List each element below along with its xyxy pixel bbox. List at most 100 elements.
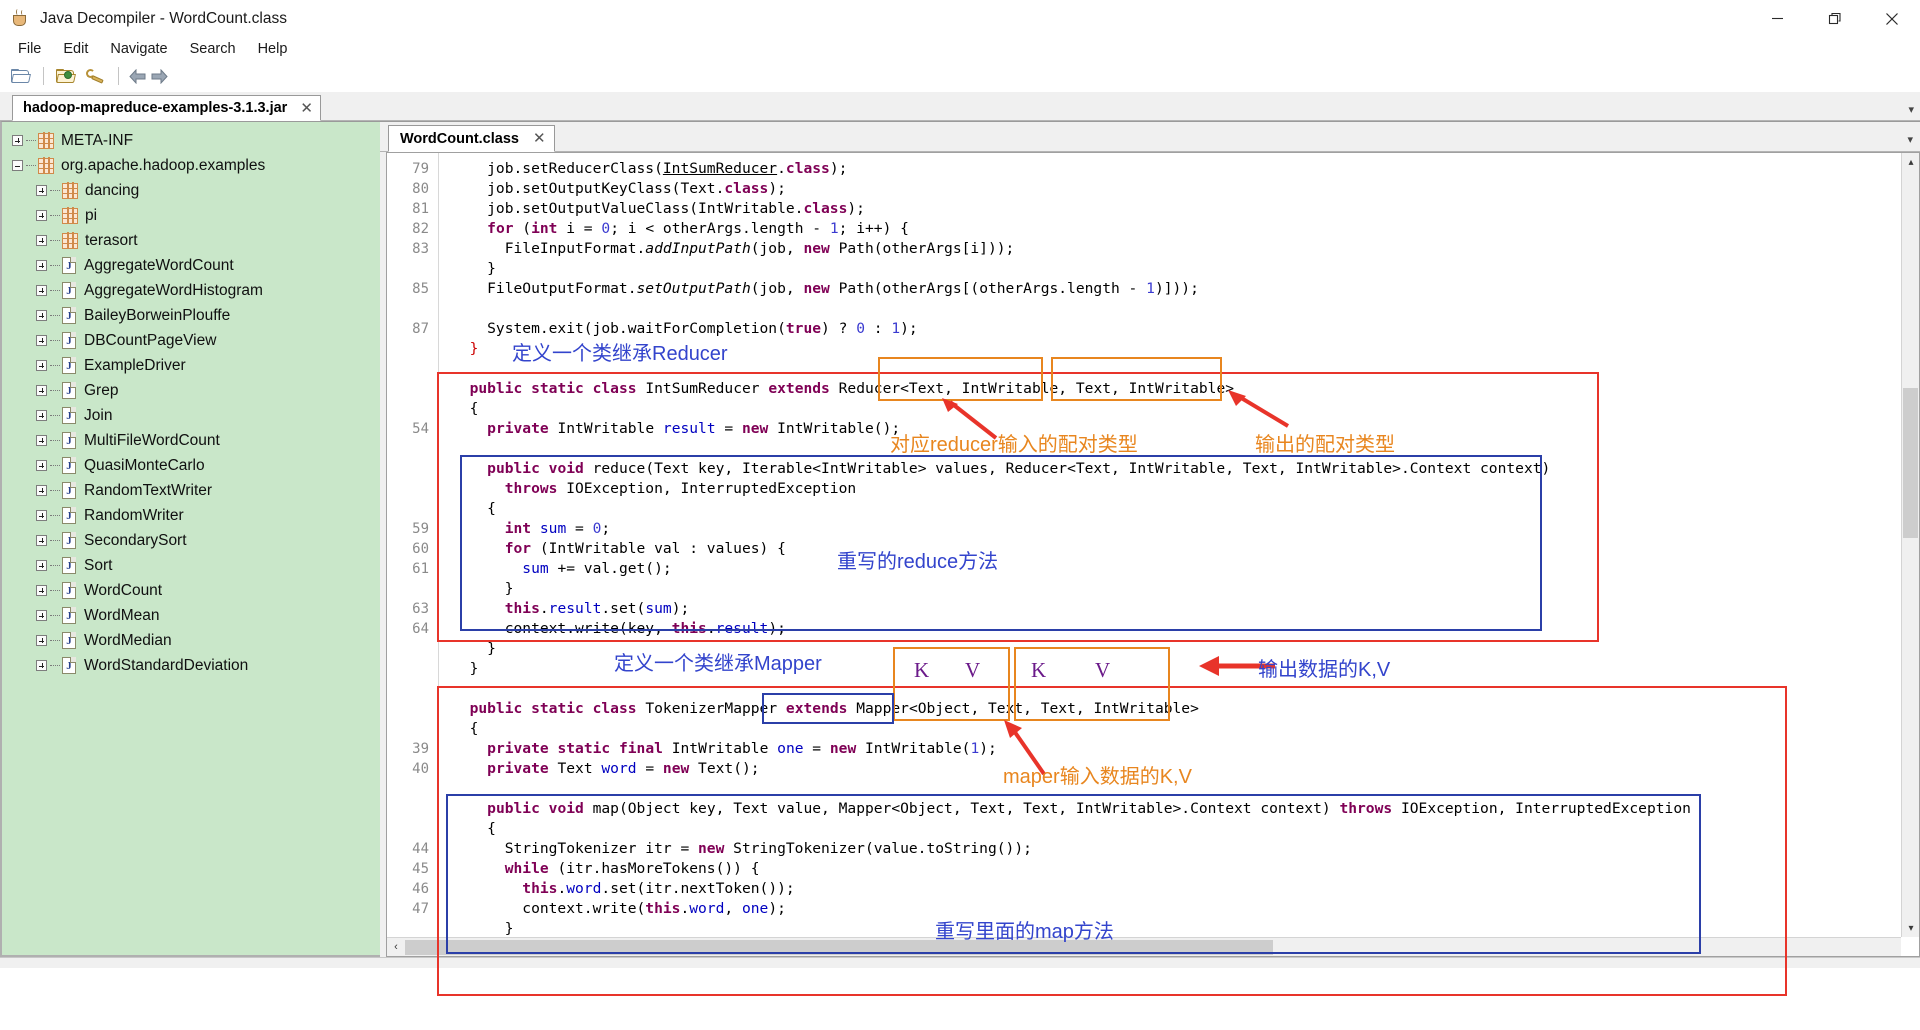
scroll-down-icon[interactable]: ▾ [1902,919,1919,937]
code-line[interactable]: while (itr.hasMoreTokens()) { [440,859,1901,879]
code-line[interactable]: FileInputFormat.addInputPath(job, new Pa… [440,239,1901,259]
tree-node-randomtextwriter[interactable]: J RandomTextWriter [10,478,380,503]
code-line[interactable]: for (int i = 0; i < otherArgs.length - 1… [440,219,1901,239]
code-line[interactable]: } [440,339,1901,359]
code-line[interactable]: int sum = 0; [440,519,1901,539]
code-line[interactable]: public void map(Object key, Text value, … [440,799,1901,819]
expand-toggle-icon[interactable] [36,185,47,196]
code-line[interactable]: job.setOutputValueClass(IntWritable.clas… [440,199,1901,219]
close-button[interactable] [1863,0,1920,37]
vertical-scrollbar[interactable]: ▴ ▾ [1901,153,1919,937]
code-line[interactable]: this.word.set(itr.nextToken()); [440,879,1901,899]
code-line[interactable]: this.result.set(sum); [440,599,1901,619]
code-line[interactable]: { [440,499,1901,519]
scroll-up-icon[interactable]: ▴ [1902,153,1919,171]
jar-tab-overflow-icon[interactable]: ▾ [1908,103,1914,116]
code-line[interactable]: public static class TokenizerMapper exte… [440,699,1901,719]
scroll-left-icon[interactable]: ‹ [387,938,405,957]
expand-toggle-icon[interactable] [12,135,23,146]
tree-node-wordstandarddeviation[interactable]: J WordStandardDeviation [10,653,380,678]
forward-button[interactable] [148,65,170,87]
code-line[interactable]: System.exit(job.waitForCompletion(true) … [440,319,1901,339]
expand-toggle-icon[interactable] [36,260,47,271]
tree-node-org-apache-hadoop-examples[interactable]: org.apache.hadoop.examples [10,153,380,178]
expand-toggle-icon[interactable] [36,360,47,371]
code-line[interactable]: } [440,259,1901,279]
menu-help[interactable]: Help [247,39,299,59]
class-tab-close-icon[interactable]: ✕ [533,131,546,146]
preferences-button[interactable] [81,63,109,89]
decompiled-source[interactable]: job.setReducerClass(IntSumReducer.class)… [440,153,1901,937]
code-line[interactable]: } [440,919,1901,937]
horizontal-scrollbar[interactable]: ‹ [387,937,1901,956]
tree-node-grep[interactable]: J Grep [10,378,380,403]
maximize-button[interactable] [1806,0,1863,37]
expand-toggle-icon[interactable] [36,335,47,346]
tree-node-join[interactable]: J Join [10,403,380,428]
code-line[interactable]: throws IOException, InterruptedException [440,479,1901,499]
menu-search[interactable]: Search [179,39,247,59]
collapse-toggle-icon[interactable] [12,160,23,171]
code-line[interactable]: job.setOutputKeyClass(Text.class); [440,179,1901,199]
code-line[interactable]: private Text word = new Text(); [440,759,1901,779]
tab-hadoop-mapreduce-examples-jar[interactable]: hadoop-mapreduce-examples-3.1.3.jar ✕ [12,95,321,121]
code-line[interactable]: job.setReducerClass(IntSumReducer.class)… [440,159,1901,179]
tree-node-aggregatewordcount[interactable]: J AggregateWordCount [10,253,380,278]
tree-node-exampledriver[interactable]: J ExampleDriver [10,353,380,378]
tree-node-sort[interactable]: J Sort [10,553,380,578]
expand-toggle-icon[interactable] [36,460,47,471]
tree-node-secondarysort[interactable]: J SecondarySort [10,528,380,553]
tree-node-dbcountpageview[interactable]: J DBCountPageView [10,328,380,353]
menu-file[interactable]: File [7,39,52,59]
expand-toggle-icon[interactable] [36,560,47,571]
expand-toggle-icon[interactable] [36,385,47,396]
tree-node-quasimontecarlo[interactable]: J QuasiMonteCarlo [10,453,380,478]
back-button[interactable] [126,65,148,87]
tree-node-wordcount[interactable]: J WordCount [10,578,380,603]
class-tab-overflow-icon[interactable]: ▾ [1907,133,1913,146]
tree-node-wordmean[interactable]: J WordMean [10,603,380,628]
code-line[interactable]: } [440,579,1901,599]
code-line[interactable]: FileOutputFormat.setOutputPath(job, new … [440,279,1901,299]
menu-navigate[interactable]: Navigate [99,39,178,59]
open-folder-button[interactable] [6,63,34,89]
tree-node-wordmedian[interactable]: J WordMedian [10,628,380,653]
code-line[interactable]: { [440,719,1901,739]
expand-toggle-icon[interactable] [36,485,47,496]
code-line[interactable]: } [440,639,1901,659]
open-recent-button[interactable] [51,63,79,89]
code-line[interactable]: } [440,659,1901,679]
expand-toggle-icon[interactable] [36,310,47,321]
expand-toggle-icon[interactable] [36,210,47,221]
tree-node-baileyborweinplouffe[interactable]: J BaileyBorweinPlouffe [10,303,380,328]
expand-toggle-icon[interactable] [36,235,47,246]
tree-node-aggregatewordhistogram[interactable]: J AggregateWordHistogram [10,278,380,303]
code-line[interactable] [440,679,1901,699]
code-line[interactable]: private static final IntWritable one = n… [440,739,1901,759]
expand-toggle-icon[interactable] [36,285,47,296]
expand-toggle-icon[interactable] [36,510,47,521]
expand-toggle-icon[interactable] [36,635,47,646]
code-line[interactable]: context.write(this.word, one); [440,899,1901,919]
code-line[interactable] [440,359,1901,379]
code-line[interactable]: for (IntWritable val : values) { [440,539,1901,559]
expand-toggle-icon[interactable] [36,410,47,421]
code-line[interactable]: StringTokenizer itr = new StringTokenize… [440,839,1901,859]
expand-toggle-icon[interactable] [36,660,47,671]
code-line[interactable] [440,779,1901,799]
code-line[interactable]: public static class IntSumReducer extend… [440,379,1901,399]
code-line[interactable]: private IntWritable result = new IntWrit… [440,419,1901,439]
tab-wordcount-class[interactable]: WordCount.class ✕ [388,125,555,152]
tree-node-pi[interactable]: pi [10,203,380,228]
minimize-button[interactable] [1749,0,1806,37]
tree-node-terasort[interactable]: terasort [10,228,380,253]
code-line[interactable] [440,299,1901,319]
code-line[interactable]: { [440,819,1901,839]
code-line[interactable]: { [440,399,1901,419]
code-line[interactable] [440,439,1901,459]
code-line[interactable]: sum += val.get(); [440,559,1901,579]
expand-toggle-icon[interactable] [36,610,47,621]
horizontal-scroll-thumb[interactable] [405,939,1273,955]
expand-toggle-icon[interactable] [36,585,47,596]
tree-node-multifilewordcount[interactable]: J MultiFileWordCount [10,428,380,453]
